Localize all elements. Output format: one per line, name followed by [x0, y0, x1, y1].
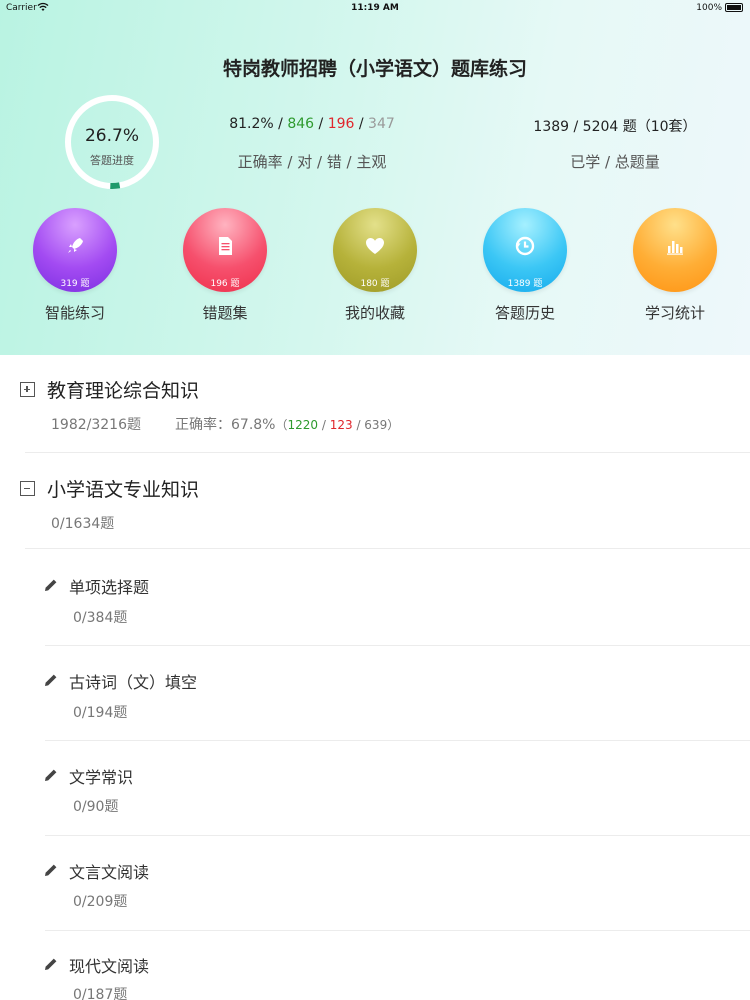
- section-progress: 1982/3216题: [51, 417, 141, 433]
- section-rate-correct: 1220: [287, 418, 319, 432]
- item-title: 单项选择题: [69, 578, 150, 597]
- list-item[interactable]: 文学常识 0/90题: [0, 741, 750, 836]
- item-progress: 0/187题: [73, 987, 128, 1000]
- section-rate-label: 正确率：67.8%: [175, 417, 276, 433]
- favorites-label[interactable]: 我的收藏: [315, 302, 435, 323]
- item-progress: 0/90题: [73, 799, 119, 815]
- accuracy-stats-label: 正确率 / 对 / 错 / 主观: [237, 153, 387, 171]
- item-progress: 0/194题: [73, 705, 128, 721]
- section-rate-subjective: 639: [364, 418, 388, 432]
- learned-stats: 1389 / 5204 题（10套）: [533, 119, 697, 135]
- item-title: 现代文阅读: [69, 957, 150, 976]
- expand-icon[interactable]: [20, 382, 35, 397]
- wrong-count: 196: [327, 116, 355, 132]
- wrong-questions-label[interactable]: 错题集: [165, 302, 285, 323]
- item-title: 古诗词（文）填空: [69, 673, 198, 692]
- page-title: 特岗教师招聘（小学语文）题库练习: [222, 58, 527, 80]
- pencil-icon: [45, 864, 57, 876]
- answer-history-button[interactable]: 1389 题: [483, 208, 567, 292]
- answer-history-count: 1389 题: [507, 279, 543, 289]
- section-progress: 0/1634题: [51, 516, 115, 532]
- section-rate-wrong: 123: [329, 418, 353, 432]
- answer-history-label[interactable]: 答题历史: [465, 302, 585, 323]
- accuracy-stats: 81.2% / 846 / 196 / 347: [229, 116, 395, 132]
- smart-practice-button[interactable]: 319 题: [33, 208, 117, 292]
- rocket-icon: [68, 238, 83, 253]
- learned-stats-label: 已学 / 总题量: [570, 153, 660, 171]
- progress-label: 答题进度: [90, 154, 134, 167]
- history-icon: [515, 236, 535, 256]
- section-title: 教育理论综合知识: [47, 380, 200, 402]
- list-item[interactable]: 文言文阅读 0/209题: [0, 836, 750, 931]
- progress-value: 26.7%: [84, 126, 139, 146]
- correct-count: 846: [287, 116, 315, 132]
- pencil-icon: [45, 674, 57, 686]
- status-time: 11:19 AM: [351, 3, 399, 13]
- list-item[interactable]: 古诗词（文）填空 0/194题: [0, 646, 750, 741]
- wrong-questions-count: 196 题: [210, 279, 240, 289]
- item-title: 文言文阅读: [69, 863, 150, 882]
- favorites-count: 180 题: [360, 279, 390, 289]
- wrong-questions-button[interactable]: 196 题: [183, 208, 267, 292]
- battery-icon: [725, 3, 743, 12]
- section-chinese-professional[interactable]: 小学语文专业知识 0/1634题: [0, 455, 750, 550]
- smart-practice-label[interactable]: 智能练习: [15, 302, 135, 323]
- pencil-icon: [45, 958, 57, 970]
- divider: [25, 548, 750, 549]
- item-progress: 0/384题: [73, 610, 128, 626]
- divider: [25, 452, 750, 453]
- subjective-count: 347: [368, 116, 395, 132]
- section-title: 小学语文专业知识: [47, 479, 200, 501]
- heart-icon: [366, 238, 384, 254]
- battery-percent: 100%: [696, 3, 722, 13]
- list-item[interactable]: 现代文阅读 0/187题: [0, 931, 750, 1000]
- header-panel: Carrier 11:19 AM 100% 特岗教师招聘（小学语文）题库练习 2…: [0, 0, 750, 355]
- favorites-button[interactable]: 180 题: [333, 208, 417, 292]
- pencil-icon: [45, 769, 57, 781]
- status-bar: Carrier 11:19 AM 100%: [0, 0, 750, 16]
- list-item[interactable]: 单项选择题 0/384题: [0, 550, 750, 646]
- study-stats-label[interactable]: 学习统计: [615, 302, 735, 323]
- study-stats-button[interactable]: [633, 208, 717, 292]
- collapse-icon[interactable]: [20, 481, 35, 496]
- section-education-theory[interactable]: 教育理论综合知识 1982/3216题 正确率：67.8%（1220 / 123…: [0, 355, 750, 455]
- accuracy-value: 81.2%: [229, 116, 274, 132]
- document-icon: [219, 237, 232, 255]
- bar-chart-icon: [667, 241, 683, 255]
- section-rate: 正确率：67.8%（1220 / 123 / 639）: [175, 417, 400, 433]
- item-progress: 0/209题: [73, 894, 128, 910]
- item-title: 文学常识: [69, 768, 134, 787]
- smart-practice-count: 319 题: [60, 279, 90, 289]
- pencil-icon: [45, 579, 57, 591]
